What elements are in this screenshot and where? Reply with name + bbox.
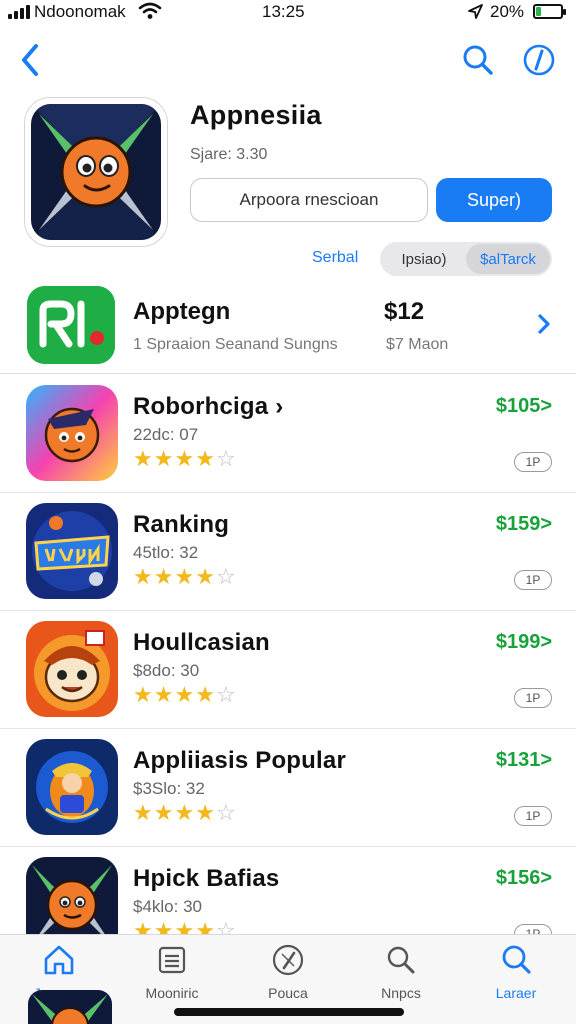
star-filled-icon: ★: [153, 682, 174, 707]
tab-pouca[interactable]: Pouca: [238, 943, 338, 1001]
app-badge: 1P: [514, 452, 552, 472]
status-time: 13:25: [262, 2, 305, 21]
promo-title: Apptegn: [133, 298, 231, 325]
list-item[interactable]: Houllcasian $8do: 30 ★ ★ ★ ★ ☆ $199> 1P: [0, 611, 576, 729]
wifi-icon: [138, 2, 162, 25]
search-button[interactable]: [460, 42, 496, 83]
battery-percent: 20%: [490, 2, 525, 21]
star-empty-icon: ☆: [215, 446, 236, 471]
app-price[interactable]: $199>: [496, 631, 552, 654]
app-meta: $4klo: 30: [133, 897, 202, 916]
app-icon-houllcasian: [26, 621, 118, 717]
featured-app-title: Appnesiia: [190, 100, 322, 130]
app-price[interactable]: $159>: [496, 513, 552, 536]
search-icon: [463, 45, 493, 75]
star-filled-icon: ★: [174, 800, 195, 825]
app-badge: 1P: [514, 570, 552, 590]
compass-icon: [523, 44, 555, 76]
app-meta: 45tlo: 32: [133, 543, 199, 562]
app-title: Ranking: [133, 511, 230, 538]
battery-icon: [533, 4, 566, 19]
segment-saltarck[interactable]: $alTarck: [466, 244, 550, 274]
app-icon-ranking: [26, 503, 118, 599]
tab-label: Mooniric: [145, 985, 199, 1001]
app-price[interactable]: $131>: [496, 749, 552, 772]
list-item[interactable]: Roborhciga › 22dc: 07 ★ ★ ★ ★ ☆ $105> 1P: [0, 375, 576, 493]
app-icon-appliiasis-popular: [26, 739, 118, 835]
star-filled-icon: ★: [133, 800, 153, 825]
promo-app-artwork: [27, 286, 115, 364]
app-badge: 1P: [514, 806, 552, 826]
star-filled-icon: ★: [195, 564, 215, 589]
compass-button[interactable]: [521, 42, 557, 83]
segment-ipsiao[interactable]: Ipsiao): [382, 244, 466, 274]
star-filled-icon: ★: [195, 446, 215, 471]
featured-app-artwork: [31, 104, 161, 240]
search-icon: [387, 946, 415, 974]
chevron-right-icon[interactable]: [536, 312, 552, 341]
peek-app-icon: [28, 990, 112, 1024]
list-icon: [158, 946, 186, 974]
list-item[interactable]: Ranking 45tlo: 32 ★ ★ ★ ★ ☆ $159> 1P: [0, 493, 576, 611]
app-price[interactable]: $156>: [496, 867, 552, 890]
star-rating: ★ ★ ★ ★ ☆: [133, 684, 236, 706]
app-title: Houllcasian: [133, 629, 270, 656]
star-rating: ★ ★ ★ ★ ☆: [133, 802, 236, 824]
filter-link[interactable]: Serbal: [312, 249, 358, 267]
featured-app-icon[interactable]: [24, 97, 168, 247]
star-filled-icon: ★: [133, 682, 153, 707]
signal-icon: [8, 5, 30, 19]
tab-nnpcs[interactable]: Nnpcs: [351, 943, 451, 1001]
segmented-control: Ipsiao) $alTarck: [380, 242, 552, 276]
star-empty-icon: ☆: [215, 564, 236, 589]
home-icon: [44, 945, 74, 975]
star-filled-icon: ★: [195, 800, 215, 825]
tab-laraer[interactable]: Laraer: [466, 943, 566, 1001]
app-meta: $8do: 30: [133, 661, 200, 680]
promo-app-icon: [27, 286, 115, 364]
chevron-left-icon: [22, 44, 38, 76]
featured-primary-button[interactable]: Super): [436, 178, 552, 222]
star-filled-icon: ★: [195, 682, 215, 707]
star-filled-icon: ★: [153, 564, 174, 589]
promo-price: $12: [384, 298, 425, 325]
promo-row[interactable]: Apptegn 1 Spraaion Seanand Sungns $12 $7…: [0, 282, 576, 374]
app-meta: $3Slo: 32: [133, 779, 205, 798]
compass-icon: [272, 944, 304, 976]
carrier-name: Ndoonomak: [34, 2, 126, 21]
star-filled-icon: ★: [153, 800, 174, 825]
app-title: Appliiasis Popular: [133, 747, 346, 774]
star-filled-icon: ★: [174, 446, 195, 471]
star-rating: ★ ★ ★ ★ ☆: [133, 566, 236, 588]
star-rating: ★ ★ ★ ★ ☆: [133, 448, 236, 470]
app-title: Roborhciga ›: [133, 393, 284, 420]
featured-secondary-button[interactable]: Arpoora rnescioan: [190, 178, 428, 222]
back-button[interactable]: [18, 42, 44, 78]
tab-mooniric[interactable]: Mooniric: [122, 943, 222, 1001]
app-meta: 22dc: 07: [133, 425, 199, 444]
promo-price-subtitle: $7 Maon: [386, 336, 449, 353]
star-filled-icon: ★: [133, 446, 153, 471]
promo-subtitle: 1 Spraaion Seanand Sungns: [133, 336, 338, 353]
home-indicator: [174, 1008, 404, 1016]
tab-label: Pouca: [268, 985, 308, 1001]
tab-label: Laraer: [495, 985, 537, 1001]
star-empty-icon: ☆: [215, 682, 236, 707]
location-arrow-icon: [466, 3, 484, 26]
tab-label: Nnpcs: [381, 985, 421, 1001]
search-icon: [502, 945, 531, 974]
app-title: Hpick Bafias: [133, 865, 280, 892]
star-filled-icon: ★: [174, 564, 195, 589]
app-icon-roborhciga: [26, 385, 118, 481]
app-price[interactable]: $105>: [496, 395, 552, 418]
star-filled-icon: ★: [174, 682, 195, 707]
status-bar: Ndoonomak 13:25 20%: [0, 0, 576, 26]
app-badge: 1P: [514, 688, 552, 708]
featured-app-subtitle: Sjare: 3.30: [190, 146, 268, 163]
star-filled-icon: ★: [153, 446, 174, 471]
list-item[interactable]: Appliiasis Popular $3Slo: 32 ★ ★ ★ ★ ☆ $131>…: [0, 729, 576, 847]
star-empty-icon: ☆: [215, 800, 236, 825]
star-filled-icon: ★: [133, 564, 153, 589]
